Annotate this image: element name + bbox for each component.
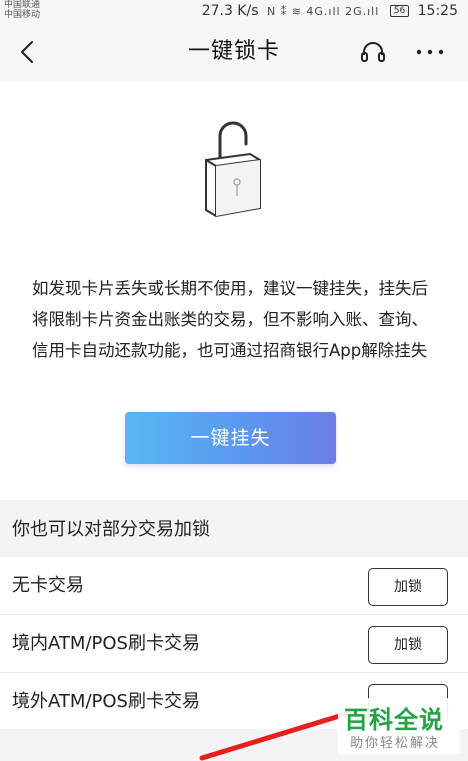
more-dots-icon	[416, 49, 444, 55]
status-indicators: 27.3 K/s N ⁑ ≋ 4G.ıll 2G.ıll 56 15:25	[202, 1, 458, 22]
clock: 15:25	[417, 3, 458, 19]
red-arrow-annotation	[199, 711, 349, 761]
carrier-2-label: 中国移动	[4, 10, 41, 20]
lock-button[interactable]: 加锁	[368, 568, 448, 606]
section-title: 你也可以对部分交易加锁	[0, 502, 468, 557]
main-card: 如发现卡片丢失或长期不使用，建议一键挂失，挂失后将限制卡片资金出账类的交易，但不…	[0, 82, 468, 500]
customer-service-button[interactable]	[356, 37, 390, 67]
row-label: 境外ATM/POS刷卡交易	[12, 691, 200, 712]
report-loss-button[interactable]: 一键挂失	[125, 412, 336, 464]
lock-button[interactable]: 加锁	[368, 626, 448, 664]
back-button[interactable]	[12, 34, 42, 70]
carrier-1-label: 中国联通	[4, 0, 41, 10]
watermark-title: 百科全说	[344, 706, 444, 734]
status-bar: 中国联通 中国移动 27.3 K/s N ⁑ ≋ 4G.ıll 2G.ıll 5…	[0, 0, 468, 22]
description-text: 如发现卡片丢失或长期不使用，建议一键挂失，挂失后将限制卡片资金出账类的交易，但不…	[32, 279, 428, 360]
padlock-unlocked-icon	[205, 121, 261, 218]
carrier-info: 中国联通 中国移动	[4, 0, 40, 20]
nav-bar: 一键锁卡	[0, 22, 468, 82]
watermark-subtitle: 助你轻松解决	[350, 736, 441, 751]
network-speed: 27.3 K/s	[201, 3, 259, 19]
row-label: 无卡交易	[12, 575, 84, 596]
battery-icon: 56	[389, 5, 410, 17]
list-item: 无卡交易 加锁	[0, 557, 468, 615]
watermark: 百科全说 助你轻松解决	[338, 698, 460, 754]
page-title: 一键锁卡	[187, 39, 280, 64]
more-button[interactable]	[410, 37, 450, 67]
list-item: 境内ATM/POS刷卡交易 加锁	[0, 615, 468, 673]
signal-icons: N ⁑ ≋ 4G.ıll 2G.ıll	[266, 5, 380, 18]
headset-icon	[361, 42, 385, 62]
chevron-left-icon	[21, 41, 33, 63]
row-label: 境内ATM/POS刷卡交易	[12, 633, 200, 654]
